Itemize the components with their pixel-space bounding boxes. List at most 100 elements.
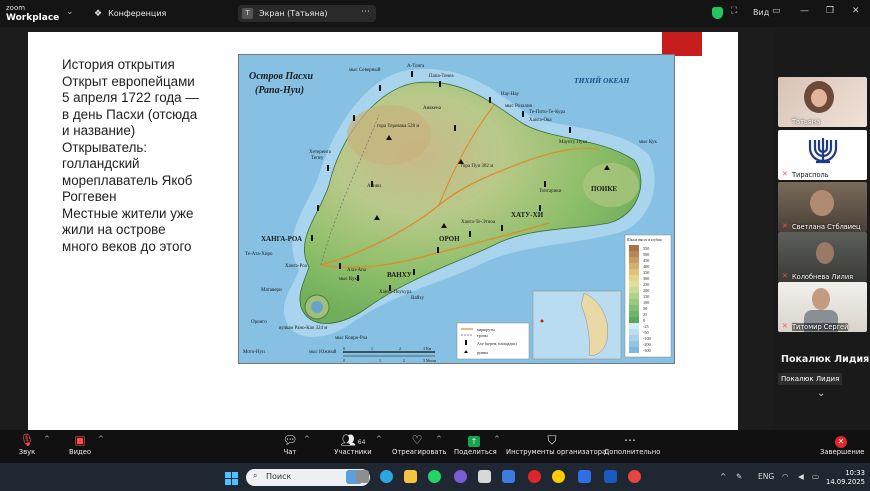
react-button[interactable]: ♡ Отреагировать: [392, 432, 447, 456]
word-icon[interactable]: [604, 470, 617, 483]
video-tile-4[interactable]: ✕ Колобнева Лилия: [778, 232, 867, 282]
view-layout-icon[interactable]: ▭: [772, 6, 781, 16]
place-te-pito: Те-Пито-Те-Кура: [529, 110, 566, 115]
audio-options-chevron-icon[interactable]: ^: [44, 435, 50, 443]
video-tile-3[interactable]: ✕ Светлана Стблвиец: [778, 182, 867, 232]
scale-mi-3: 3 Мили: [423, 358, 437, 363]
region-oron: ОРОН: [439, 235, 460, 243]
legend-swatch: [629, 311, 639, 317]
place-moto-nui: Мото-Нуи: [243, 350, 265, 355]
video-tile-1[interactable]: Татьяна: [778, 77, 867, 127]
close-icon[interactable]: ✕: [852, 6, 860, 16]
video-options-chevron-icon[interactable]: ^: [98, 435, 104, 443]
video-tile-5[interactable]: ✕ Титомир Сергей: [778, 282, 867, 332]
legend-value: 150: [643, 294, 649, 299]
clock-date: 14.09.2025: [826, 478, 865, 486]
slide-accent-bar: [662, 32, 702, 56]
restore-icon[interactable]: ❐: [826, 6, 834, 16]
legend-value: 550: [643, 246, 649, 251]
zoom-logo: zoom Workplace: [6, 3, 59, 23]
place-nau-nau: Нау-Нау: [501, 92, 519, 97]
participants-options-chevron-icon[interactable]: ^: [376, 435, 382, 443]
tab-conference-label: Конференция: [108, 9, 167, 18]
menorah-icon: [806, 134, 840, 164]
presentation-slide: История открытия Открыт европейцами 5 ап…: [28, 32, 738, 430]
task-view-icon[interactable]: [356, 470, 369, 483]
place-rano-kau: вулкан Рано-Као 324 м: [279, 326, 328, 331]
chat-options-chevron-icon[interactable]: ^: [304, 435, 310, 443]
zoom-app-icon[interactable]: [578, 470, 591, 483]
file-explorer-icon[interactable]: [404, 470, 417, 483]
tile-5-name: Титомир Сергей: [792, 323, 849, 331]
opera-icon[interactable]: [528, 470, 541, 483]
share-options-chevron-icon[interactable]: ^: [494, 435, 500, 443]
chevron-down-icon[interactable]: ⌄: [817, 388, 825, 399]
participant-face: [812, 288, 830, 310]
language-indicator[interactable]: ENG: [758, 472, 774, 481]
pen-icon[interactable]: ✎: [736, 472, 742, 481]
minimize-icon[interactable]: —: [800, 6, 809, 16]
telegram-icon[interactable]: [380, 470, 393, 483]
legend-swatch: [629, 317, 639, 323]
chat-button[interactable]: 💬︎ Чат: [280, 432, 300, 456]
windows-start-icon[interactable]: [225, 470, 238, 485]
fullscreen-icon[interactable]: ⛶: [731, 6, 737, 16]
video-tile-2[interactable]: ✕ Тирасполь: [778, 130, 867, 180]
battery-icon[interactable]: ▭: [812, 472, 819, 481]
video-button[interactable]: ▣ Видео: [66, 432, 94, 456]
paw-icon: ❖: [94, 8, 103, 19]
audio-button[interactable]: 🎙︎ Звук: [14, 432, 40, 456]
legend-swatch: [629, 251, 639, 257]
yandex-icon[interactable]: [552, 470, 565, 483]
legend-swatch: [629, 245, 639, 251]
legend-value: -50: [643, 330, 649, 335]
place-hanga-te-etioa: Ханга-Те-Этиоа: [461, 220, 496, 225]
place-anakena: Анакена: [423, 106, 442, 111]
leave-icon: ✕: [820, 432, 862, 448]
legend-swatch: [629, 305, 639, 311]
legend-value: 350: [643, 270, 649, 275]
tray-chevron-icon[interactable]: ^: [720, 472, 726, 481]
active-speaker-name: Покалюк Лидия: [781, 354, 870, 365]
media-app-icon[interactable]: [478, 470, 491, 483]
place-hanga-poukura: Ханга-Поукура: [379, 290, 412, 295]
place-hanga-ova: Ханга-Ова: [529, 118, 552, 123]
chat-label: Чат: [283, 448, 297, 456]
react-options-chevron-icon[interactable]: ^: [436, 435, 442, 443]
taskbar-search-input[interactable]: ⌕ Поиск: [246, 469, 370, 486]
view-menu[interactable]: Вид: [753, 8, 769, 17]
share-button[interactable]: ↑ Поделиться: [454, 432, 497, 456]
viber-icon[interactable]: [454, 470, 467, 483]
participant-face: [816, 242, 834, 264]
mic-muted-icon: ✕: [782, 170, 788, 178]
participants-button[interactable]: 👥︎ 64 Участники: [334, 432, 372, 456]
shared-screen: История открытия Открыт европейцами 5 ап…: [0, 27, 775, 430]
more-options-icon[interactable]: ⋯: [361, 7, 370, 17]
leave-button[interactable]: ✕ Завершение: [820, 432, 864, 456]
whatsapp-icon[interactable]: [428, 470, 441, 483]
wifi-icon[interactable]: ◠: [782, 472, 789, 481]
security-shield-icon[interactable]: [712, 7, 723, 19]
place-orongo: Оронго: [251, 320, 267, 325]
tile-2-name: Тирасполь: [792, 171, 829, 179]
chevron-down-icon[interactable]: ⌄: [66, 7, 74, 17]
legend-value: -25: [643, 324, 649, 329]
tab-conference[interactable]: ❖ Конференция: [94, 5, 166, 22]
legend-value: 500: [643, 252, 649, 257]
host-tools-label: Инструменты организатора: [506, 448, 607, 456]
host-tools-button[interactable]: ⛉ Инструменты организатора: [506, 432, 607, 456]
tile-3-name: Светлана Стблвиец: [792, 223, 861, 231]
tile-1-name: Татьяна: [792, 118, 821, 126]
volume-icon[interactable]: ◀: [798, 472, 804, 481]
map-key: маршруты тропы Аху (церем. площадки) руи…: [456, 322, 530, 360]
chrome-icon[interactable]: [628, 470, 641, 483]
store-icon[interactable]: [502, 470, 515, 483]
tab-screen-share[interactable]: T Экран (Татьяна) ⋯: [238, 5, 376, 22]
mic-muted-icon: ✕: [782, 272, 788, 280]
scale-mi-0: 0: [343, 358, 345, 363]
taskbar-clock[interactable]: 10:33 14.09.2025: [826, 469, 865, 487]
place-heterenga: Хетеренга: [309, 150, 332, 155]
easter-island-map: Остров Пасхи (Рапа-Нуи) ТИХИЙ ОКЕАН ХАНГ…: [238, 54, 675, 364]
more-button[interactable]: ⋯ Дополнительно: [604, 432, 660, 456]
heart-icon: ♡: [411, 433, 423, 447]
